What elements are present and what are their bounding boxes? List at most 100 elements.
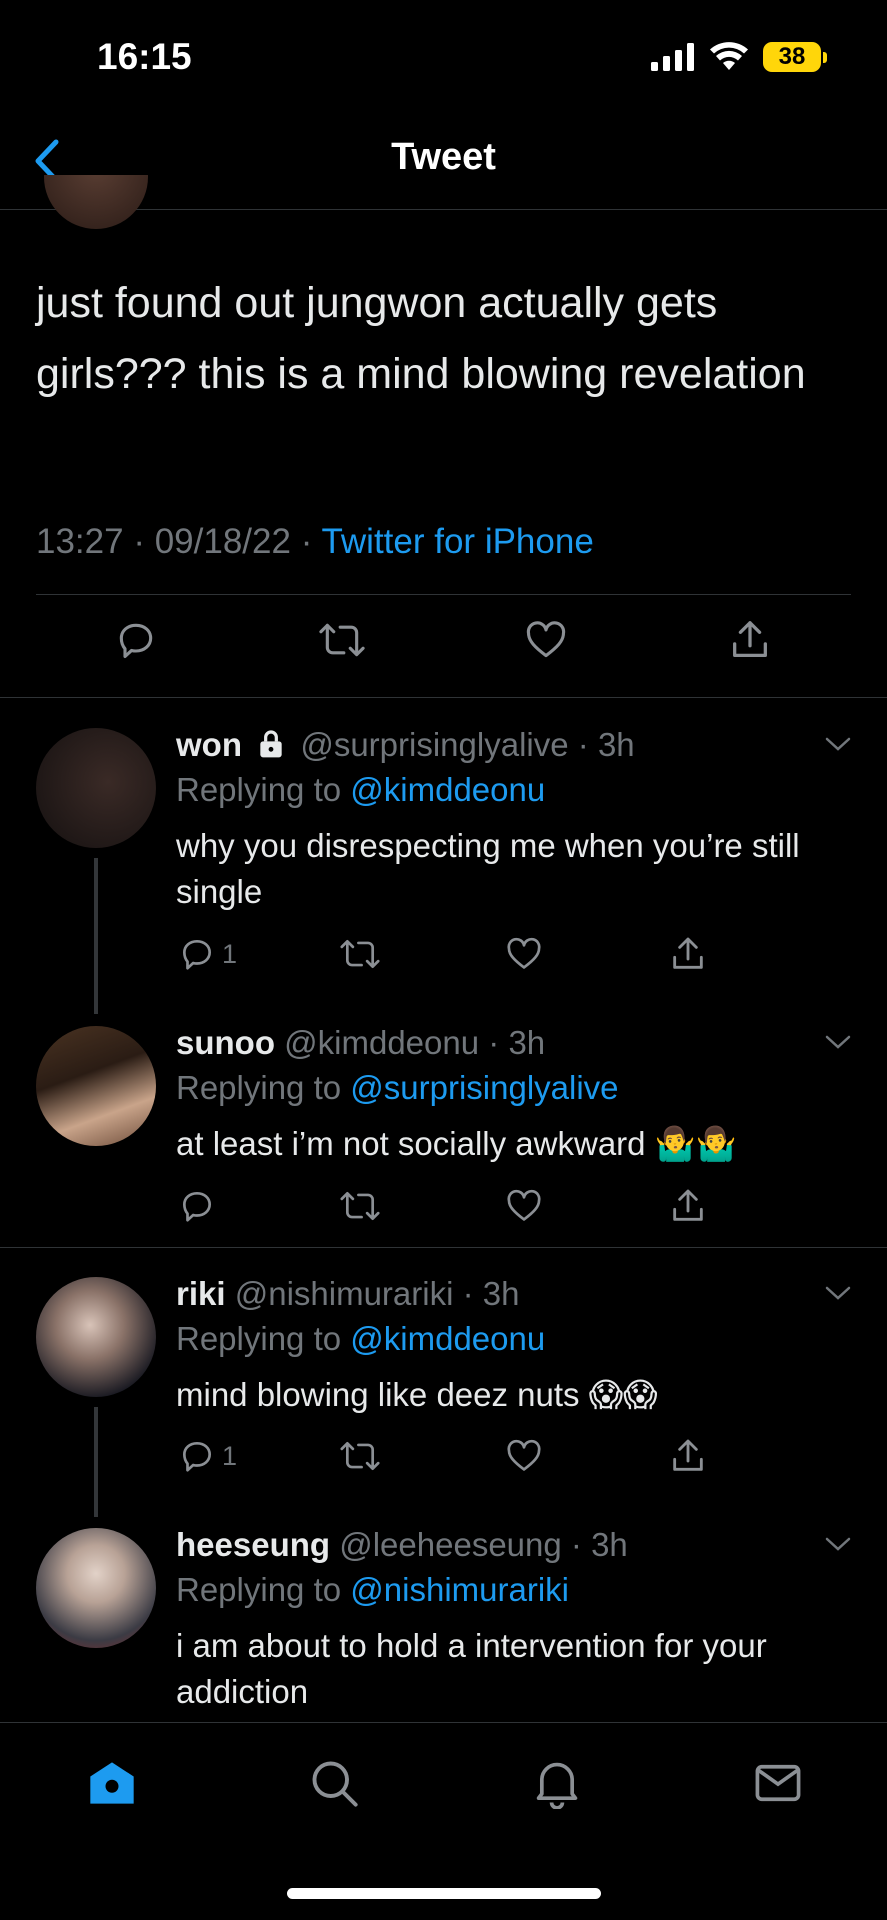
thread-line (94, 858, 98, 1014)
mention-link[interactable]: @kimddeonu (350, 1320, 545, 1357)
share-icon (673, 1439, 703, 1471)
avatar[interactable] (36, 1277, 156, 1397)
chevron-down-icon[interactable] (823, 734, 853, 754)
retweet-icon (340, 1191, 380, 1221)
retweet-button[interactable] (314, 612, 370, 668)
chevron-down-icon[interactable] (823, 1534, 853, 1554)
timestamp: 3h (591, 1526, 628, 1563)
replying-to: Replying to @kimddeonu (176, 771, 545, 809)
like-button[interactable] (518, 612, 574, 668)
reply-button[interactable] (108, 612, 164, 668)
page-title: Tweet (391, 136, 496, 178)
replying-to: Replying to @kimddeonu (176, 1320, 545, 1358)
handle[interactable]: @leeheeseung (339, 1526, 562, 1563)
tab-messages[interactable] (748, 1753, 808, 1813)
chevron-down-icon[interactable] (823, 1283, 853, 1303)
reply-icon (119, 623, 153, 659)
replying-label: Replying to (176, 771, 342, 808)
share-button[interactable] (668, 1434, 708, 1478)
display-name[interactable]: heeseung (176, 1526, 330, 1563)
reply-text: i am about to hold a intervention for yo… (176, 1627, 767, 1710)
reply-text: at least i’m not socially awkward 🤷‍♂️🤷‍… (176, 1125, 737, 1162)
status-indicators: 38 (651, 42, 827, 72)
divider (36, 594, 851, 595)
mention-link[interactable]: @nishimurariki (350, 1571, 569, 1608)
home-icon (90, 1762, 134, 1804)
bell-icon (536, 1762, 578, 1809)
handle[interactable]: @nishimurariki (235, 1275, 454, 1312)
tab-notifications[interactable] (527, 1753, 587, 1813)
retweet-button[interactable] (338, 1434, 382, 1478)
status-bar: 16:15 38 (0, 0, 887, 110)
reply-header: heeseung @leeheeseung · 3h (176, 1526, 628, 1563)
handle[interactable]: @surprisinglyalive (300, 726, 568, 763)
chevron-down-icon[interactable] (823, 1032, 853, 1052)
retweet-button[interactable] (338, 1184, 382, 1228)
replying-label: Replying to (176, 1320, 342, 1357)
battery-indicator: 38 (763, 42, 821, 72)
tweet-date: 09/18/22 (154, 522, 291, 561)
heart-icon (507, 1439, 541, 1471)
mention-link[interactable]: @surprisinglyalive (350, 1069, 618, 1106)
heart-icon (526, 621, 566, 658)
reply-header: riki @nishimurariki · 3h (176, 1275, 520, 1312)
share-icon (673, 1189, 703, 1221)
like-button[interactable] (504, 1434, 544, 1478)
share-button[interactable] (668, 1184, 708, 1228)
avatar[interactable] (36, 728, 156, 848)
wifi-icon (709, 42, 749, 72)
replying-label: Replying to (176, 1069, 342, 1106)
reply-action-bar: 1 (176, 1434, 716, 1478)
tab-search[interactable] (304, 1753, 364, 1813)
like-button[interactable] (504, 1184, 544, 1228)
lock-icon (255, 728, 287, 760)
status-time: 16:15 (97, 36, 192, 77)
retweet-icon (340, 939, 380, 969)
handle[interactable]: @kimddeonu (284, 1024, 479, 1061)
replying-to: Replying to @nishimurariki (176, 1571, 569, 1609)
like-button[interactable] (504, 932, 544, 976)
cellular-signal-icon (651, 43, 695, 71)
avatar[interactable] (36, 1026, 156, 1146)
heart-icon (507, 1189, 541, 1221)
replying-to: Replying to @surprisinglyalive (176, 1069, 619, 1107)
share-button[interactable] (668, 932, 708, 976)
tweet-action-bar (0, 612, 887, 680)
reply-count: 1 (222, 1440, 238, 1471)
retweet-icon (319, 623, 365, 657)
search-icon (312, 1761, 358, 1807)
display-name[interactable]: sunoo (176, 1024, 275, 1061)
thread-line (94, 1407, 98, 1517)
tweet-meta: 13:27 · 09/18/22 · Twitter for iPhone (36, 522, 594, 562)
tab-home[interactable] (82, 1753, 142, 1813)
reply-action-bar: 1 (176, 932, 716, 976)
share-button[interactable] (722, 612, 778, 668)
reply-button[interactable]: 1 (178, 1434, 237, 1478)
share-icon (673, 937, 703, 969)
home-indicator[interactable] (287, 1888, 601, 1899)
reply-icon (182, 1191, 212, 1222)
mail-icon (755, 1764, 801, 1802)
display-name[interactable]: riki (176, 1275, 226, 1312)
replying-label: Replying to (176, 1571, 342, 1608)
reply-button[interactable]: 1 (178, 932, 237, 976)
tweet-source-link[interactable]: Twitter for iPhone (321, 522, 593, 561)
mention-link[interactable]: @kimddeonu (350, 771, 545, 808)
reply-action-bar (176, 1184, 716, 1228)
retweet-button[interactable] (338, 932, 382, 976)
display-name[interactable]: won (176, 726, 242, 763)
battery-nub (823, 51, 827, 63)
retweet-icon (340, 1441, 380, 1471)
timestamp: 3h (508, 1024, 546, 1061)
reply-header: sunoo @kimddeonu · 3h (176, 1024, 546, 1061)
reply-icon (182, 939, 212, 970)
reply-header: won @surprisinglyalive · 3h (176, 726, 635, 763)
divider (0, 697, 887, 698)
reply-button[interactable] (178, 1184, 222, 1228)
divider (0, 1247, 887, 1248)
reply-text: mind blowing like deez nuts 😱😱 (176, 1376, 658, 1413)
author-avatar[interactable] (44, 175, 148, 231)
tweet-time: 13:27 (36, 522, 124, 561)
tweet-text: just found out jungwon actually gets gir… (36, 279, 806, 398)
avatar[interactable] (36, 1528, 156, 1648)
